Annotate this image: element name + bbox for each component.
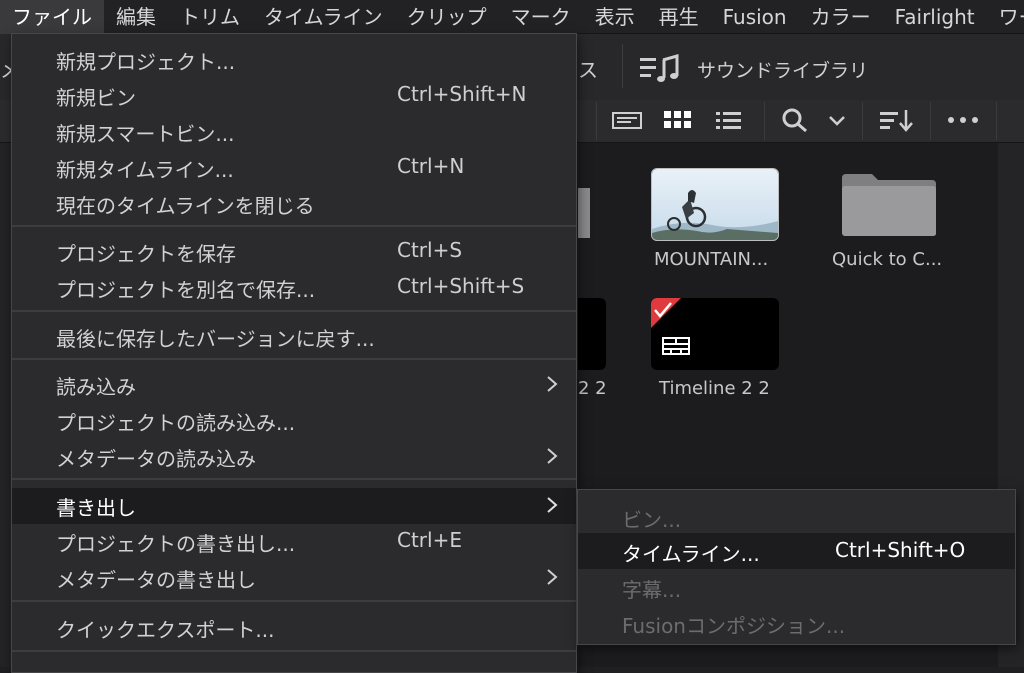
menu-item-import-metadata[interactable]: メタデータの読み込み [12, 439, 576, 475]
menu-item-label: メタデータの読み込み [56, 447, 256, 471]
menu-item-label: 新規タイムライン... [56, 158, 234, 182]
clip-label: 2 2 [578, 378, 607, 399]
metadata-view-icon[interactable] [612, 108, 642, 132]
clip-label: MOUNTAIN... [654, 249, 769, 270]
timeline-thumbnail-graphic [651, 298, 690, 355]
chevron-right-icon [547, 497, 558, 513]
menu-color[interactable]: カラー [799, 0, 883, 34]
menu-item-label: プロジェクトを別名で保存... [56, 278, 316, 302]
submenu-item-fusion-composition: Fusionコンポジション... [578, 605, 1015, 641]
menu-item-label: タイムライン... [622, 542, 760, 566]
menu-item-new-smart-bin[interactable]: 新規スマートビン... [12, 114, 576, 150]
file-menu-dropdown: 新規プロジェクト... 新規ビン Ctrl+Shift+N 新規スマートビン..… [11, 33, 577, 673]
menu-separator [12, 600, 576, 602]
menu-item-label: プロジェクトの読み込み... [56, 411, 296, 435]
menu-item-revert-to-saved[interactable]: 最後に保存したバージョンに戻す... [12, 319, 576, 355]
menu-item-export-metadata[interactable]: メタデータの書き出し [12, 560, 576, 596]
menu-view[interactable]: 表示 [583, 0, 647, 34]
chevron-right-icon [547, 376, 558, 392]
menu-item-label: 字幕... [622, 578, 682, 602]
menu-separator [12, 225, 576, 227]
mountain-image [652, 169, 778, 240]
menu-fairlight[interactable]: Fairlight [883, 0, 987, 34]
folder-icon[interactable] [578, 180, 592, 242]
viewbar-divider [930, 102, 931, 140]
menu-separator [12, 358, 576, 360]
menu-item-label: ビン... [622, 508, 682, 532]
sound-library-icon[interactable] [640, 54, 680, 84]
menu-item-export[interactable]: 書き出し [12, 488, 576, 524]
menu-item-new-bin[interactable]: 新規ビン Ctrl+Shift+N [12, 78, 576, 114]
menu-item-quick-export[interactable]: クイックエクスポート... [12, 610, 576, 646]
menu-item-shortcut: Ctrl+Shift+O [835, 538, 966, 562]
menu-item-shortcut: Ctrl+N [397, 154, 465, 178]
menu-file[interactable]: ファイル [0, 0, 104, 34]
menu-item-label: プロジェクトを保存 [56, 242, 236, 266]
chevron-right-icon [547, 448, 558, 464]
menu-item-label: Fusionコンポジション... [622, 614, 846, 638]
menu-playback[interactable]: 再生 [647, 0, 711, 34]
clip-label: Timeline 2 2 [659, 378, 770, 399]
menu-item-shortcut: Ctrl+Shift+N [397, 82, 527, 106]
menu-mark[interactable]: マーク [499, 0, 583, 34]
menu-item-shortcut: Ctrl+E [397, 528, 462, 552]
menu-item-save-project-as[interactable]: プロジェクトを別名で保存... Ctrl+Shift+S [12, 270, 576, 306]
toolbar-partial-label-2: ス [578, 58, 598, 82]
submenu-item-subtitles: 字幕... [578, 569, 1015, 605]
menu-item-label: 新規スマートビン... [56, 122, 235, 146]
menu-item-label: 書き出し [56, 496, 136, 520]
menu-fusion[interactable]: Fusion [711, 0, 799, 34]
search-icon[interactable] [780, 108, 810, 132]
menu-timeline[interactable]: タイムライン [252, 0, 395, 34]
folder-icon[interactable] [840, 172, 938, 238]
chevron-down-icon[interactable] [826, 108, 848, 132]
viewbar-divider [862, 102, 863, 140]
menu-clip[interactable]: クリップ [395, 0, 499, 34]
menu-item-close-timeline[interactable]: 現在のタイムラインを閉じる [12, 186, 576, 222]
timeline-clip-thumbnail[interactable] [578, 298, 606, 370]
export-submenu: ビン... タイムライン... Ctrl+Shift+O 字幕... Fusio… [577, 489, 1016, 645]
more-options-icon[interactable] [946, 108, 980, 132]
menu-item-import-project[interactable]: プロジェクトの読み込み... [12, 403, 576, 439]
menu-item-shortcut: Ctrl+Shift+S [397, 274, 525, 298]
chevron-right-icon [547, 569, 558, 585]
submenu-item-timeline[interactable]: タイムライン... Ctrl+Shift+O [578, 533, 1015, 569]
menu-workspace[interactable]: ワー [987, 0, 1024, 34]
sort-icon[interactable] [878, 108, 914, 132]
menu-separator [12, 310, 576, 312]
clip-label: Quick to C... [832, 249, 943, 270]
submenu-item-bin: ビン... [578, 499, 1015, 535]
menu-separator [12, 650, 576, 652]
viewbar-divider [996, 102, 997, 140]
menu-item-label: 新規プロジェクト... [56, 50, 236, 74]
menu-item-export-project[interactable]: プロジェクトの書き出し... Ctrl+E [12, 524, 576, 560]
thumbnail-view-icon[interactable] [662, 108, 694, 132]
viewbar-divider [596, 102, 597, 140]
menu-item-label: 新規ビン [56, 86, 136, 110]
viewbar-divider [764, 102, 765, 140]
menu-bar: ファイル 編集 トリム タイムライン クリップ マーク 表示 再生 Fusion… [0, 0, 1024, 34]
menu-separator [12, 478, 576, 480]
mountain-clip-thumbnail[interactable] [651, 168, 779, 241]
list-view-icon[interactable] [714, 108, 744, 132]
menu-item-import[interactable]: 読み込み [12, 367, 576, 403]
menu-edit[interactable]: 編集 [104, 0, 168, 34]
menu-item-shortcut: Ctrl+S [397, 238, 463, 262]
menu-item-label: クイックエクスポート... [56, 618, 275, 642]
menu-item-label: プロジェクトの書き出し... [56, 532, 296, 556]
menu-item-label: 読み込み [56, 375, 136, 399]
menu-item-label: 最後に保存したバージョンに戻す... [56, 327, 375, 351]
sound-library-button[interactable]: サウンドライブラリ [697, 56, 868, 83]
menu-item-save-project[interactable]: プロジェクトを保存 Ctrl+S [12, 234, 576, 270]
toolbar-divider [622, 44, 623, 88]
timeline-clip-thumbnail[interactable] [651, 298, 779, 370]
menu-item-new-project[interactable]: 新規プロジェクト... [12, 42, 576, 78]
menu-item-new-timeline[interactable]: 新規タイムライン... Ctrl+N [12, 150, 576, 186]
menu-trim[interactable]: トリム [168, 0, 252, 34]
menu-item-label: 現在のタイムラインを閉じる [56, 194, 315, 218]
menu-item-label: メタデータの書き出し [56, 568, 256, 592]
